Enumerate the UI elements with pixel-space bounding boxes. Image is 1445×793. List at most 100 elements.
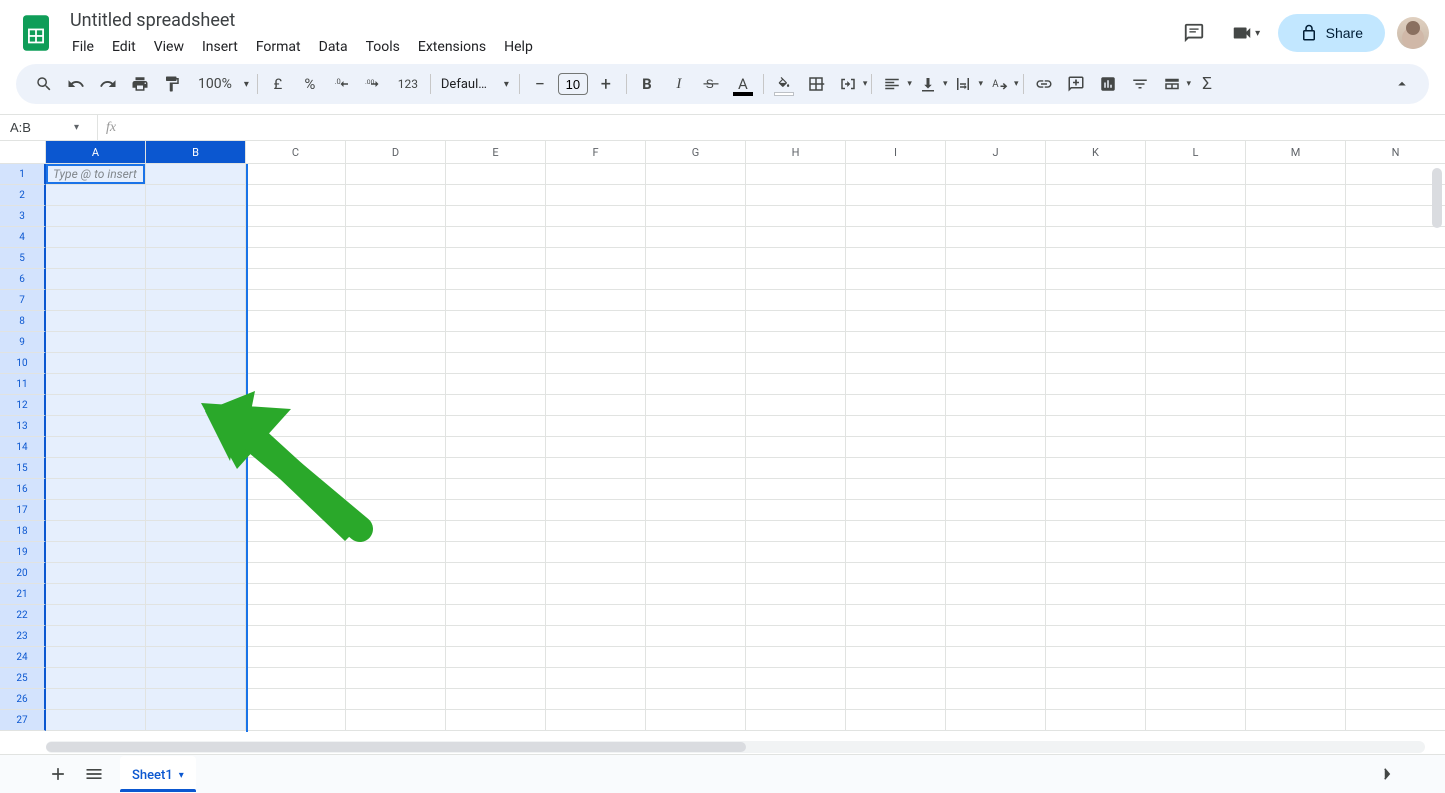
cell[interactable] xyxy=(646,353,746,374)
cell[interactable] xyxy=(546,227,646,248)
column-header-K[interactable]: K xyxy=(1046,141,1146,164)
cell[interactable] xyxy=(446,710,546,731)
undo-icon[interactable] xyxy=(61,70,91,98)
explore-icon[interactable] xyxy=(1369,756,1405,792)
cell[interactable] xyxy=(946,290,1046,311)
cell[interactable] xyxy=(546,416,646,437)
row-header-7[interactable]: 7 xyxy=(0,290,46,311)
cell[interactable] xyxy=(1246,626,1346,647)
cell[interactable] xyxy=(646,605,746,626)
cell[interactable] xyxy=(46,311,146,332)
name-box[interactable] xyxy=(6,120,74,135)
column-header-A[interactable]: A xyxy=(46,141,146,164)
cell[interactable] xyxy=(546,248,646,269)
cell[interactable] xyxy=(1046,311,1146,332)
cell[interactable] xyxy=(46,563,146,584)
cell[interactable] xyxy=(346,353,446,374)
menu-extensions[interactable]: Extensions xyxy=(410,35,494,59)
menu-data[interactable]: Data xyxy=(311,35,356,59)
menu-insert[interactable]: Insert xyxy=(194,35,246,59)
cell[interactable] xyxy=(1246,248,1346,269)
cell[interactable] xyxy=(346,710,446,731)
cell[interactable] xyxy=(1246,290,1346,311)
cell[interactable] xyxy=(846,584,946,605)
sheet-tab-menu-icon[interactable]: ▾ xyxy=(179,770,184,781)
cell[interactable] xyxy=(146,164,246,185)
cell[interactable] xyxy=(46,185,146,206)
cell[interactable] xyxy=(346,584,446,605)
cell[interactable] xyxy=(646,332,746,353)
cell[interactable] xyxy=(746,563,846,584)
cell[interactable] xyxy=(946,647,1046,668)
cell[interactable] xyxy=(446,689,546,710)
share-button[interactable]: Share xyxy=(1278,14,1385,52)
cell[interactable] xyxy=(346,647,446,668)
column-header-M[interactable]: M xyxy=(1246,141,1346,164)
cell[interactable] xyxy=(746,416,846,437)
cell[interactable] xyxy=(546,185,646,206)
cell[interactable] xyxy=(846,689,946,710)
cell[interactable] xyxy=(46,668,146,689)
row-header-11[interactable]: 11 xyxy=(0,374,46,395)
cell[interactable] xyxy=(246,437,346,458)
cell[interactable] xyxy=(46,542,146,563)
cell[interactable] xyxy=(1046,185,1146,206)
cell[interactable] xyxy=(146,227,246,248)
cell[interactable] xyxy=(946,269,1046,290)
cell[interactable] xyxy=(1046,206,1146,227)
cell[interactable] xyxy=(1246,458,1346,479)
cell[interactable] xyxy=(446,248,546,269)
cell[interactable] xyxy=(1246,437,1346,458)
cell[interactable] xyxy=(646,647,746,668)
cell[interactable] xyxy=(1146,605,1246,626)
row-header-27[interactable]: 27 xyxy=(0,710,46,731)
cell[interactable] xyxy=(1246,311,1346,332)
cell[interactable] xyxy=(646,479,746,500)
cell[interactable] xyxy=(1246,164,1346,185)
column-header-B[interactable]: B xyxy=(146,141,246,164)
cell[interactable] xyxy=(1146,227,1246,248)
strikethrough-icon[interactable]: S xyxy=(696,70,726,98)
cell[interactable] xyxy=(646,227,746,248)
cell[interactable] xyxy=(646,185,746,206)
cell[interactable] xyxy=(1146,332,1246,353)
cell[interactable] xyxy=(446,374,546,395)
cell[interactable] xyxy=(446,332,546,353)
cell[interactable] xyxy=(346,500,446,521)
increase-decimal-icon[interactable]: .00 xyxy=(359,70,389,98)
cell[interactable] xyxy=(946,437,1046,458)
menu-help[interactable]: Help xyxy=(496,35,541,59)
select-all-corner[interactable] xyxy=(0,141,46,164)
cell[interactable] xyxy=(1046,521,1146,542)
italic-icon[interactable]: I xyxy=(664,70,694,98)
cell[interactable] xyxy=(546,668,646,689)
cell[interactable] xyxy=(246,584,346,605)
cell[interactable] xyxy=(846,479,946,500)
cell[interactable] xyxy=(1246,332,1346,353)
row-header-9[interactable]: 9 xyxy=(0,332,46,353)
cell[interactable] xyxy=(846,626,946,647)
cell[interactable] xyxy=(846,605,946,626)
cell[interactable] xyxy=(446,605,546,626)
cell[interactable] xyxy=(946,542,1046,563)
decrease-decimal-icon[interactable]: .0 xyxy=(327,70,357,98)
cell[interactable] xyxy=(646,458,746,479)
cell[interactable] xyxy=(1046,248,1146,269)
cell[interactable] xyxy=(46,290,146,311)
cell[interactable] xyxy=(946,353,1046,374)
cell[interactable] xyxy=(346,521,446,542)
cell[interactable] xyxy=(1246,521,1346,542)
column-header-J[interactable]: J xyxy=(946,141,1046,164)
cell[interactable] xyxy=(146,395,246,416)
cell[interactable] xyxy=(646,290,746,311)
cell[interactable] xyxy=(246,542,346,563)
cell[interactable] xyxy=(646,437,746,458)
cell[interactable] xyxy=(346,626,446,647)
cell[interactable] xyxy=(746,710,846,731)
cell[interactable] xyxy=(746,185,846,206)
cell[interactable] xyxy=(946,332,1046,353)
cell[interactable] xyxy=(246,374,346,395)
cell[interactable] xyxy=(246,479,346,500)
cell[interactable] xyxy=(746,689,846,710)
cell[interactable] xyxy=(846,164,946,185)
